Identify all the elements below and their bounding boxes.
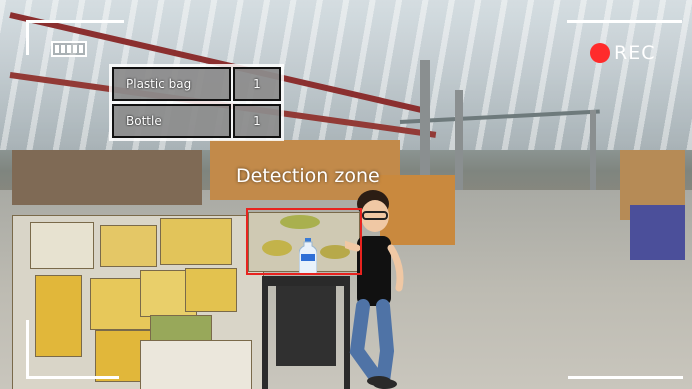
rec-label: REC <box>614 42 656 64</box>
counter-label-bottle: Bottle <box>112 104 231 138</box>
pillar <box>590 110 596 195</box>
detection-zone-box <box>246 208 362 275</box>
camera-view: REC Plastic bag 1 Bottle 1 Detection zon… <box>0 0 692 389</box>
newspaper-crate <box>30 222 94 269</box>
newspaper-crate <box>140 340 252 389</box>
recording-indicator: REC <box>590 42 655 64</box>
fruit-crate <box>160 218 232 265</box>
viewfinder-corner-top-right <box>567 20 682 23</box>
fruit-crate <box>185 268 237 312</box>
counter-value-plastic-bag: 1 <box>233 67 281 101</box>
trash-bin <box>262 276 350 389</box>
detection-counter-table: Plastic bag 1 Bottle 1 <box>109 64 284 141</box>
counter-label-plastic-bag: Plastic bag <box>112 67 231 101</box>
stall-stack <box>12 150 202 205</box>
fruit-crate <box>100 225 157 267</box>
detection-zone-title: Detection zone <box>236 165 380 187</box>
viewfinder-corner-bottom-left <box>26 320 119 379</box>
viewfinder-corner-bottom-right <box>568 376 683 379</box>
stall-stack <box>630 205 685 260</box>
pillar <box>455 90 463 200</box>
record-dot-icon <box>590 43 610 63</box>
battery-icon <box>51 41 87 57</box>
counter-value-bottle: 1 <box>233 104 281 138</box>
